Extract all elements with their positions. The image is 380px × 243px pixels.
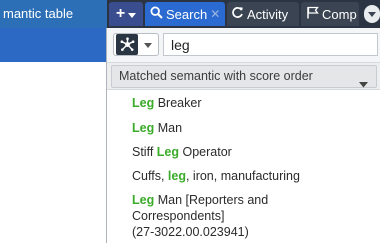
match-highlight: Leg bbox=[132, 121, 155, 135]
add-tab-button[interactable]: + bbox=[109, 2, 143, 26]
sort-order-label: Matched semantic with score order bbox=[119, 69, 313, 83]
item-text: Stiff bbox=[132, 145, 157, 159]
tab-bar: + Search ✕ Activity Comp bbox=[107, 0, 380, 28]
item-text: Man [Reporters and bbox=[154, 193, 269, 207]
list-item[interactable]: Stiff Leg Operator bbox=[132, 144, 372, 160]
tab-comp-label: Comp bbox=[322, 6, 357, 22]
tab-overflow-button[interactable] bbox=[364, 5, 380, 23]
flag-icon bbox=[306, 6, 319, 22]
item-text: Correspondents] bbox=[132, 209, 225, 223]
match-highlight: Leg bbox=[132, 96, 155, 110]
search-bar bbox=[107, 28, 380, 62]
semantic-type-icon bbox=[116, 34, 138, 55]
left-toolbar-strip bbox=[0, 28, 107, 62]
tab-search[interactable]: Search ✕ bbox=[145, 2, 225, 26]
item-text: , iron, manufacturing bbox=[185, 169, 300, 183]
add-label: + bbox=[115, 5, 126, 22]
item-text: Breaker bbox=[154, 96, 202, 110]
tab-activity[interactable]: Activity bbox=[227, 2, 299, 26]
tab-semantic-table-label: mantic table bbox=[3, 6, 74, 21]
item-code: (27-3022.00.023941) bbox=[132, 225, 249, 239]
search-input[interactable] bbox=[163, 33, 378, 56]
chevron-down-icon bbox=[144, 36, 152, 54]
left-panel: mantic table bbox=[0, 0, 107, 243]
item-text: Operator bbox=[179, 145, 232, 159]
sort-order-select[interactable]: Matched semantic with score order bbox=[111, 65, 377, 88]
semantic-type-dropdown[interactable] bbox=[113, 33, 159, 56]
list-item[interactable]: Leg Man [Reporters and Correspondents] (… bbox=[132, 192, 372, 240]
list-item[interactable]: Leg Man bbox=[132, 120, 372, 136]
refresh-icon bbox=[231, 6, 244, 22]
item-text: Man bbox=[154, 121, 183, 135]
match-highlight: leg bbox=[167, 169, 186, 183]
tab-activity-label: Activity bbox=[247, 6, 289, 22]
chevron-down-icon bbox=[128, 7, 137, 22]
tab-comp[interactable]: Comp bbox=[301, 2, 359, 26]
match-highlight: Leg bbox=[132, 193, 155, 207]
tab-search-label: Search bbox=[166, 6, 208, 22]
chevron-down-icon bbox=[368, 5, 376, 23]
match-highlight: Leg bbox=[156, 145, 180, 159]
search-icon bbox=[150, 6, 163, 22]
item-text: Cuffs, bbox=[132, 169, 168, 183]
results-list: Leg Breaker Leg Man Stiff Leg Operator C… bbox=[107, 90, 380, 243]
tab-semantic-table[interactable]: mantic table bbox=[0, 0, 107, 28]
sort-bar: Matched semantic with score order bbox=[107, 62, 380, 90]
close-icon[interactable]: ✕ bbox=[210, 7, 220, 21]
list-item[interactable]: Leg Breaker bbox=[132, 95, 372, 111]
list-item[interactable]: Cuffs, leg, iron, manufacturing bbox=[132, 168, 372, 184]
